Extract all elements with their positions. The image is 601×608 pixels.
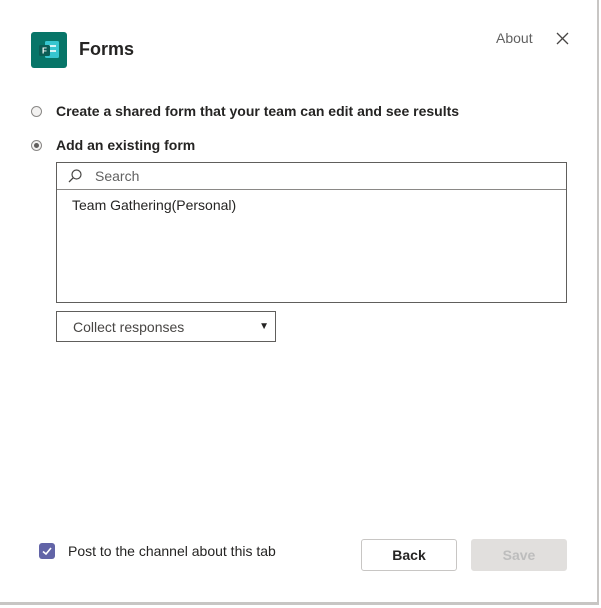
checkmark-icon	[42, 547, 52, 556]
post-to-channel-label: Post to the channel about this tab	[68, 543, 276, 559]
response-mode-value: Collect responses	[73, 318, 185, 335]
option-add-existing-form-label: Add an existing form	[56, 137, 196, 153]
search-row	[57, 163, 566, 190]
forms-logo-letter: F	[42, 47, 47, 56]
option-create-shared-form-label: Create a shared form that your team can …	[56, 103, 460, 119]
response-mode-select[interactable]: Collect responses ▼	[56, 311, 276, 342]
radio-add-existing-form[interactable]	[31, 139, 42, 151]
save-button[interactable]: Save	[471, 539, 567, 571]
forms-tab-config-dialog: F Forms About Create a shared form that …	[0, 0, 599, 605]
list-item[interactable]: Team Gathering(Personal)	[57, 190, 566, 213]
search-icon	[68, 169, 82, 183]
caret-down-icon: ▼	[259, 321, 269, 332]
search-input[interactable]	[93, 167, 537, 185]
close-button[interactable]	[554, 30, 572, 48]
radio-create-shared-form[interactable]	[31, 105, 42, 117]
app-title: Forms	[79, 39, 135, 59]
close-icon	[556, 32, 569, 45]
back-button[interactable]: Back	[361, 539, 457, 571]
post-to-channel-checkbox[interactable]	[39, 543, 55, 559]
post-to-channel-option[interactable]: Post to the channel about this tab	[39, 543, 276, 559]
forms-app-icon: F	[31, 32, 67, 68]
existing-form-picker: Team Gathering(Personal)	[56, 162, 567, 303]
option-add-existing-form[interactable]: Add an existing form	[31, 137, 195, 153]
option-create-shared-form[interactable]: Create a shared form that your team can …	[31, 103, 459, 119]
forms-logo-icon: F	[39, 41, 59, 58]
about-link[interactable]: About	[496, 30, 533, 46]
